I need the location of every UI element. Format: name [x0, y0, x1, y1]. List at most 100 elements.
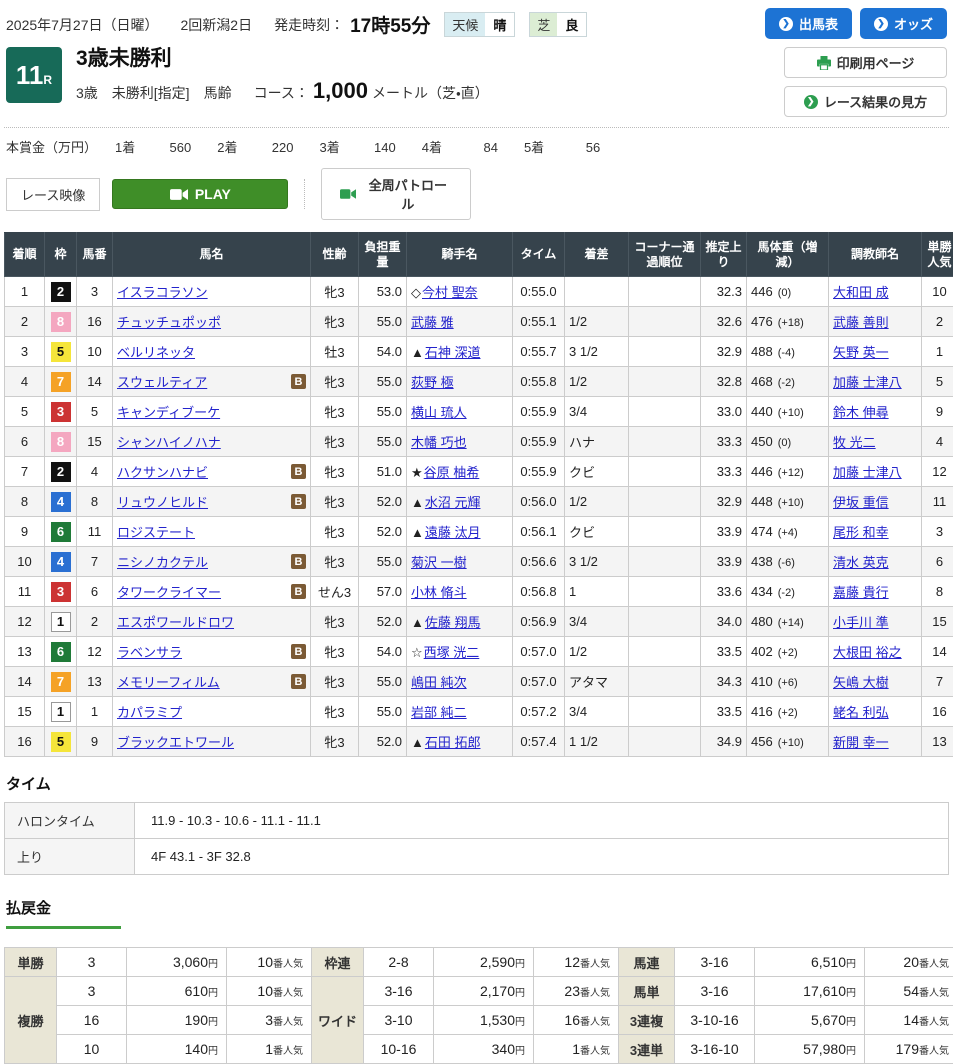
- finish-time: 0:57.0: [513, 637, 565, 667]
- horse-link[interactable]: キャンディブーケ: [117, 402, 220, 421]
- results-column-header: タイム: [513, 233, 565, 277]
- trainer-link[interactable]: 鈴木 伸尋: [833, 405, 889, 420]
- prize-amount: 220: [259, 140, 293, 155]
- odds-button[interactable]: ❯ オッズ: [860, 8, 947, 39]
- trainer-link[interactable]: 牧 光二: [833, 435, 876, 450]
- horse-link[interactable]: スウェルティア: [117, 372, 207, 391]
- jockey-link[interactable]: 横山 琉人: [411, 405, 467, 420]
- win-popularity: 14: [922, 637, 953, 667]
- jockey-link[interactable]: 今村 聖奈: [422, 285, 478, 300]
- carried-weight: 55.0: [359, 427, 407, 457]
- horse-link[interactable]: ラベンサラ: [117, 642, 182, 661]
- carried-weight: 55.0: [359, 397, 407, 427]
- entries-button[interactable]: ❯ 出馬表: [765, 8, 852, 39]
- body-weight-diff: (+12): [775, 467, 804, 479]
- video-camera-icon: [340, 188, 356, 200]
- body-weight-diff: (+10): [775, 407, 804, 419]
- race-number-suffix: R: [43, 73, 52, 87]
- body-weight-diff: (+2): [775, 707, 798, 719]
- margin: アタマ: [565, 667, 629, 697]
- result-row: 1511カパラミプ牝355.0岩部 純二0:57.23/433.5416 (+2…: [5, 697, 953, 727]
- horse-link[interactable]: イスラコラソン: [117, 282, 208, 301]
- trainer-link[interactable]: 尾形 和幸: [833, 525, 889, 540]
- horse-link[interactable]: ロジステート: [117, 522, 195, 541]
- body-weight-cell: 480 (+14): [747, 607, 829, 637]
- printer-icon: [817, 56, 831, 70]
- jockey-link[interactable]: 遠藤 汰月: [425, 525, 481, 540]
- trainer-link[interactable]: 大和田 成: [833, 285, 889, 300]
- popularity-suffix: 番人気: [919, 959, 949, 970]
- jockey-link[interactable]: 嶋田 純次: [411, 675, 467, 690]
- horse-link[interactable]: ニシノカクテル: [117, 552, 208, 571]
- horse-name-wrap: ラベンサラB: [117, 642, 306, 661]
- payout-combination: 3-16: [675, 977, 755, 1006]
- sex-age: 牝3: [311, 517, 359, 547]
- body-weight-cell: 468 (-2): [747, 367, 829, 397]
- trainer-link[interactable]: 大根田 裕之: [833, 645, 902, 660]
- horse-link[interactable]: リュウノヒルド: [117, 492, 208, 511]
- body-weight: 416: [751, 704, 773, 719]
- result-guide-button[interactable]: ❯ レース結果の見方: [784, 86, 947, 117]
- jockey-link[interactable]: 荻野 極: [411, 375, 454, 390]
- results-column-header: コーナー通過順位: [629, 233, 701, 277]
- horse-link[interactable]: ブラックエトワール: [117, 732, 234, 751]
- trainer-cell: 清水 英克: [829, 547, 922, 577]
- trainer-link[interactable]: 矢野 英一: [833, 345, 889, 360]
- win-popularity: 11: [922, 487, 953, 517]
- play-button[interactable]: PLAY: [112, 179, 288, 209]
- finish-time: 0:57.0: [513, 667, 565, 697]
- jockey-link[interactable]: 谷原 柚希: [424, 465, 480, 480]
- trainer-link[interactable]: 新開 幸一: [833, 735, 889, 750]
- jockey-cell: 武藤 雅: [407, 307, 513, 337]
- start-time-label: 発走時刻：: [274, 15, 344, 35]
- jockey-link[interactable]: 石神 深道: [425, 345, 481, 360]
- results-header-row: 着順枠馬番馬名性齢負担重量騎手名タイム着差コーナー通過順位推定上り馬体重（増減）…: [5, 233, 953, 277]
- trainer-link[interactable]: 嘉藤 貴行: [833, 585, 889, 600]
- patrol-video-button[interactable]: 全周パトロール: [321, 168, 471, 220]
- trainer-link[interactable]: 清水 英克: [833, 555, 889, 570]
- margin: 3/4: [565, 607, 629, 637]
- trainer-link[interactable]: 加藤 士津八: [833, 465, 902, 480]
- horse-link[interactable]: シャンハイノハナ: [117, 432, 221, 451]
- finish-time: 0:56.1: [513, 517, 565, 547]
- trainer-link[interactable]: 加藤 士津八: [833, 375, 902, 390]
- trainer-link[interactable]: 矢嶋 大樹: [833, 675, 889, 690]
- frame-cell: 4: [45, 487, 77, 517]
- horse-link[interactable]: チュッチュポッポ: [117, 312, 221, 331]
- entries-button-label: 出馬表: [799, 14, 838, 33]
- payout-bet-type: ワイド: [312, 977, 364, 1064]
- body-weight: 410: [751, 674, 773, 689]
- jockey-link[interactable]: 小林 脩斗: [411, 585, 467, 600]
- jockey-link[interactable]: 石田 拓郎: [425, 735, 481, 750]
- horse-link[interactable]: カパラミプ: [117, 702, 182, 721]
- jockey-link[interactable]: 木幡 巧也: [411, 435, 467, 450]
- payout-popularity: 23番人気: [534, 977, 619, 1006]
- horse-link[interactable]: ベルリネッタ: [117, 342, 195, 361]
- win-popularity: 4: [922, 427, 953, 457]
- print-page-button[interactable]: 印刷用ページ: [784, 47, 947, 78]
- trainer-link[interactable]: 武藤 善則: [833, 315, 889, 330]
- body-weight-diff: (+4): [775, 527, 798, 539]
- trainer-link[interactable]: 蛯名 利弘: [833, 705, 889, 720]
- jockey-link[interactable]: 佐藤 翔馬: [425, 615, 481, 630]
- horse-link[interactable]: ハクサンハナビ: [117, 462, 208, 481]
- result-row: 1659ブラックエトワール牝352.0▲石田 拓郎0:57.41 1/234.9…: [5, 727, 953, 757]
- trainer-link[interactable]: 小手川 準: [833, 615, 889, 630]
- trainer-link[interactable]: 伊坂 重信: [833, 495, 889, 510]
- jockey-link[interactable]: 西塚 洸二: [424, 645, 480, 660]
- trainer-cell: 新開 幸一: [829, 727, 922, 757]
- payout-combination: 10: [57, 1035, 127, 1064]
- last-3f: 32.6: [701, 307, 747, 337]
- horse-link[interactable]: メモリーフィルム: [117, 672, 220, 691]
- results-column-header: 単勝人気: [922, 233, 953, 277]
- result-row: 2816チュッチュポッポ牝355.0武藤 雅0:55.11/232.6476 (…: [5, 307, 953, 337]
- jockey-link[interactable]: 岩部 純二: [411, 705, 467, 720]
- horse-name-wrap: ニシノカクテルB: [117, 552, 306, 571]
- horse-link[interactable]: エスポワールドロワ: [117, 612, 234, 631]
- jockey-link[interactable]: 水沼 元輝: [425, 495, 481, 510]
- frame-cell: 3: [45, 577, 77, 607]
- jockey-link[interactable]: 菊沢 一樹: [411, 555, 467, 570]
- jockey-link[interactable]: 武藤 雅: [411, 315, 454, 330]
- horse-link[interactable]: タワークライマー: [117, 582, 221, 601]
- frame-number-badge: 1: [51, 612, 71, 632]
